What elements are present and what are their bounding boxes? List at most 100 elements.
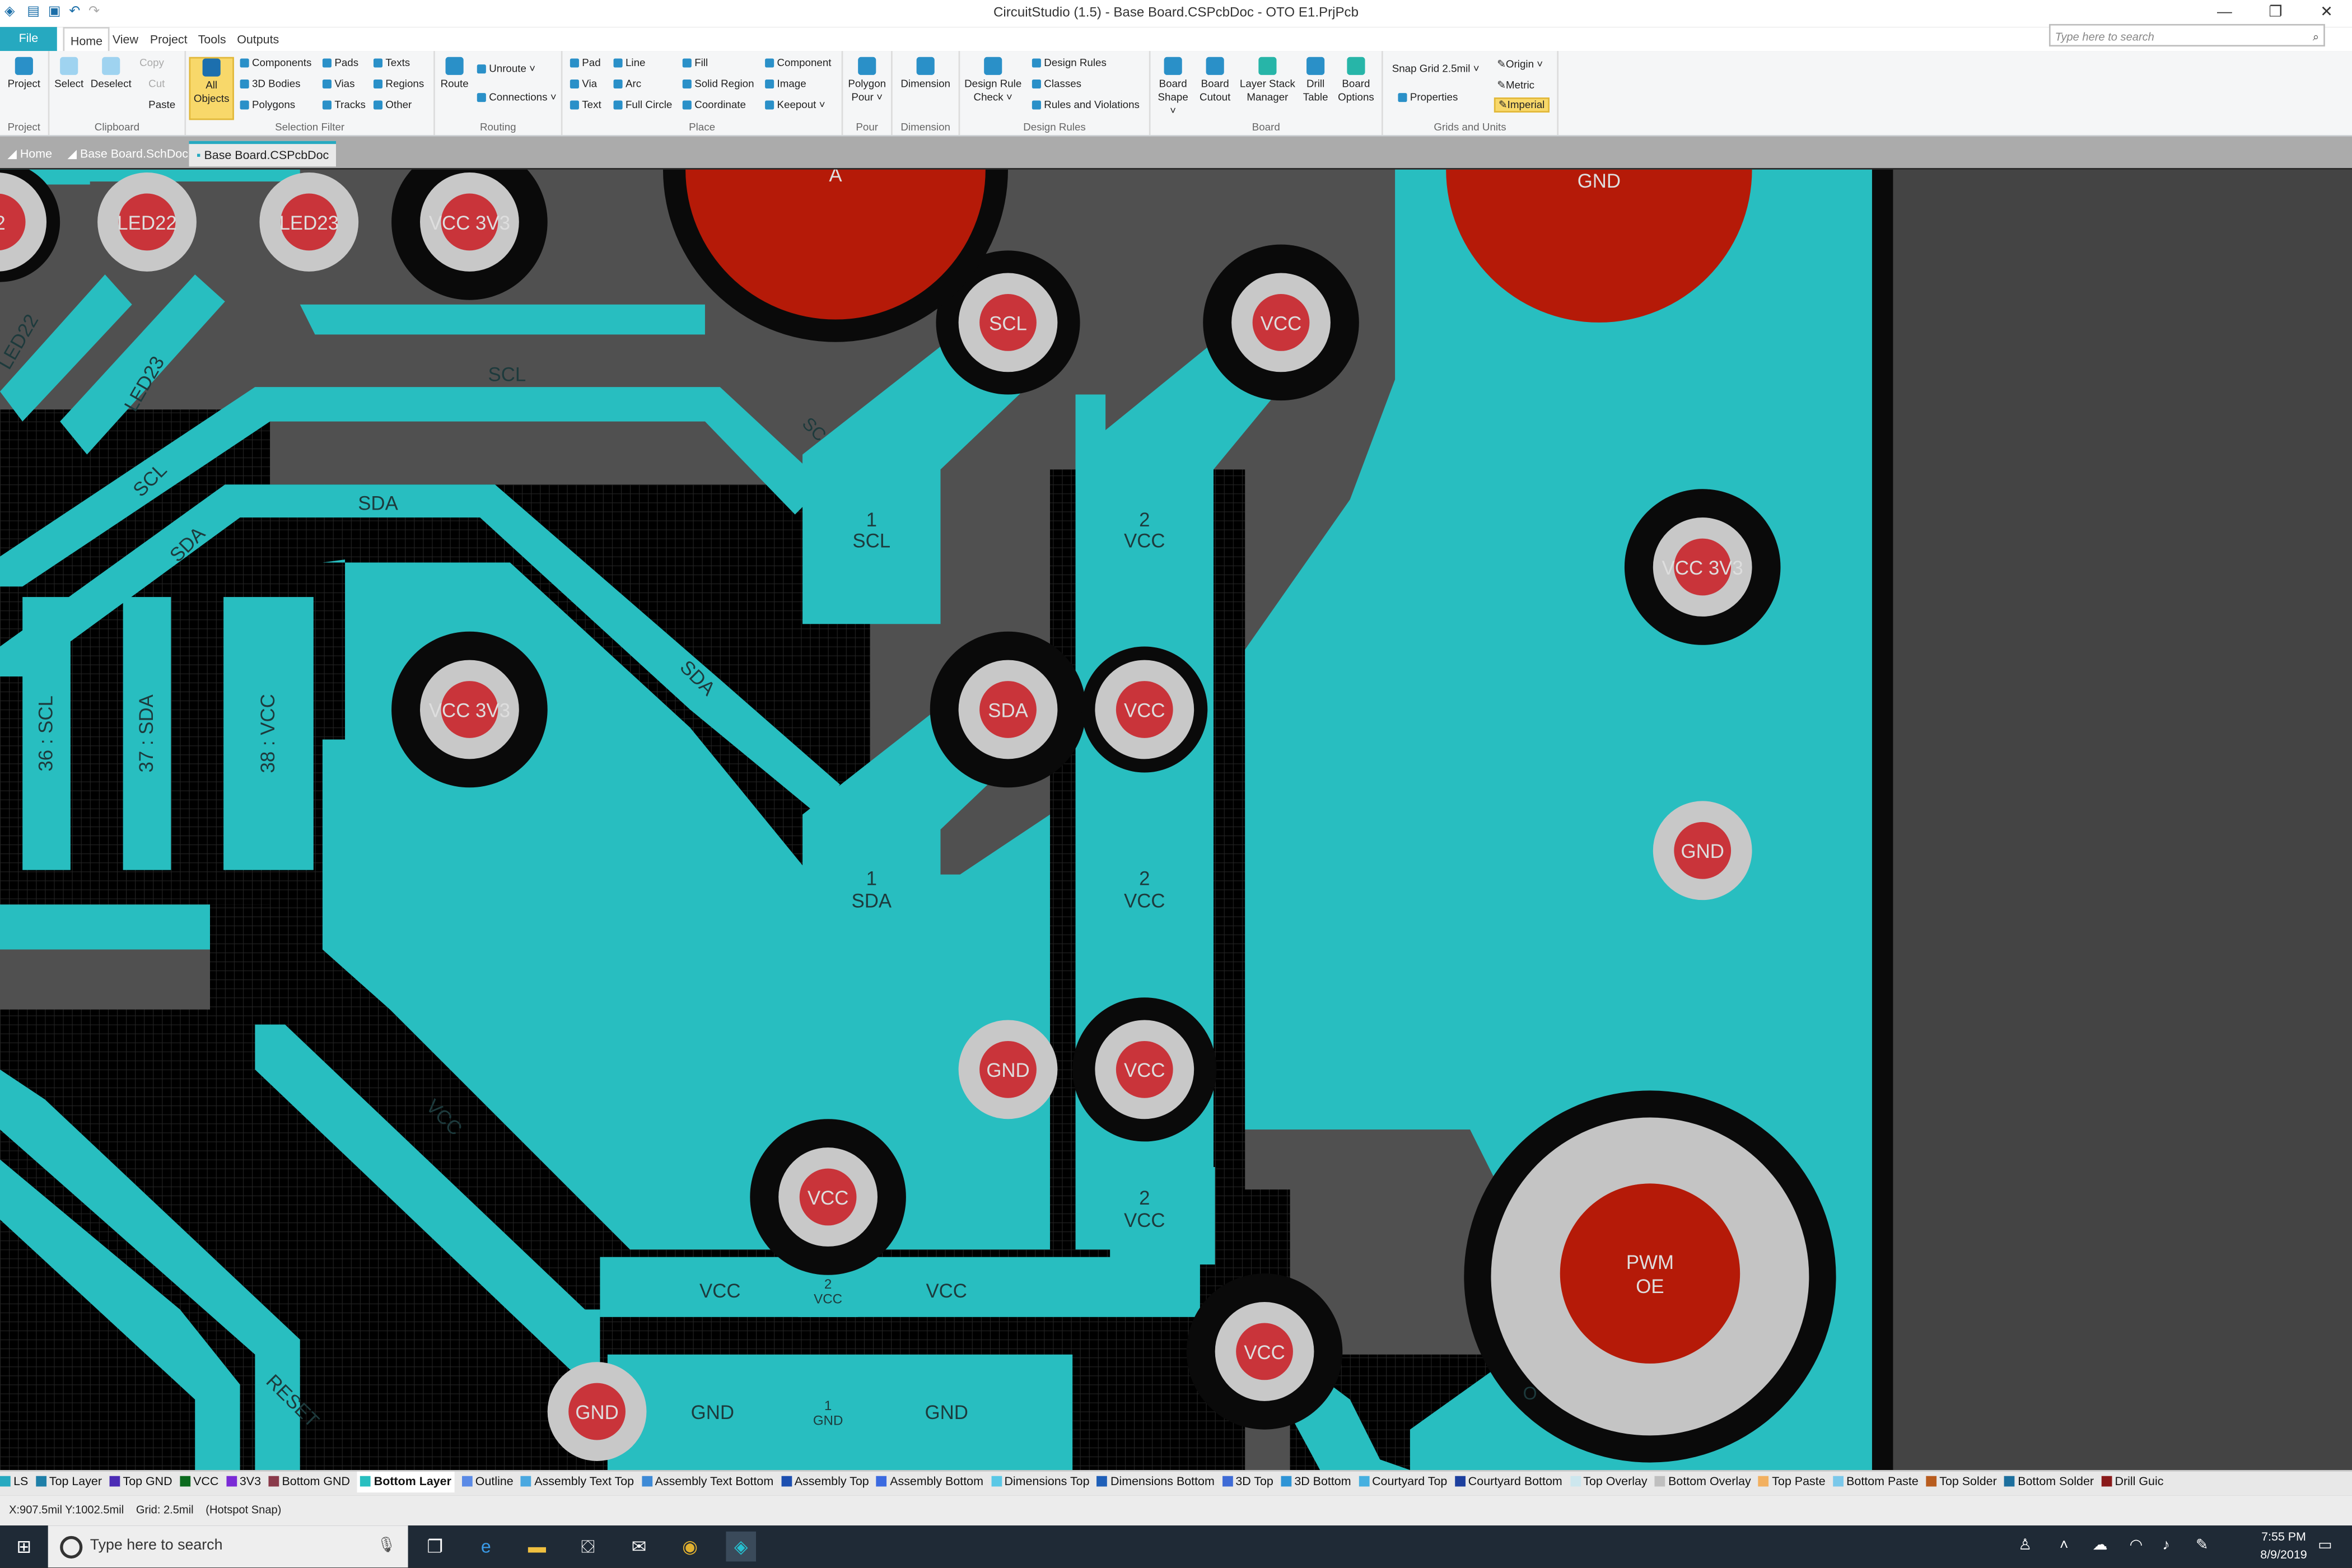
people-icon[interactable]: ♙	[2010, 1532, 2040, 1562]
layer-tab[interactable]: 3V3	[226, 1472, 261, 1493]
filter-polygons[interactable]: Polygons	[240, 100, 295, 111]
doc-tab-home[interactable]: ◢ Home	[0, 142, 59, 165]
layer-tab[interactable]: Assembly Top	[781, 1472, 869, 1493]
layer-tab[interactable]: LS	[0, 1472, 28, 1493]
drill-table-button[interactable]: Drill Table	[1300, 57, 1331, 105]
tab-tools[interactable]: Tools	[192, 27, 232, 51]
place-via[interactable]: Via	[570, 79, 597, 90]
layer-tab[interactable]: Outline	[461, 1472, 514, 1493]
clock[interactable]: 7:55 PM 8/9/2019	[2260, 1528, 2307, 1564]
wifi-icon[interactable]: ◠	[2121, 1532, 2152, 1562]
place-arc[interactable]: Arc	[613, 79, 641, 90]
filter-other[interactable]: Other	[373, 100, 412, 111]
polygon-pour-button[interactable]: Polygon Pour ˅	[844, 57, 889, 105]
layer-tab[interactable]: Top Paste	[1758, 1472, 1826, 1493]
filter-tracks[interactable]: Tracks	[322, 100, 366, 111]
place-coordinate[interactable]: Coordinate	[682, 100, 746, 111]
search-icon[interactable]: ⌕	[2313, 26, 2319, 48]
task-view-icon[interactable]: ❐	[420, 1532, 450, 1562]
route-button[interactable]: Route	[438, 57, 471, 92]
layer-tab[interactable]: Top Overlay	[1570, 1472, 1648, 1493]
cut-button[interactable]: Cut	[148, 80, 165, 90]
mail-icon[interactable]: ✉	[624, 1532, 654, 1562]
place-component[interactable]: Component	[765, 58, 831, 69]
imperial-button[interactable]: ✎Imperial	[1494, 97, 1550, 113]
chrome-icon[interactable]: ◉	[675, 1532, 705, 1562]
select-button[interactable]: Select	[53, 57, 86, 92]
place-image[interactable]: Image	[765, 79, 806, 90]
metric-button[interactable]: ✎Metric	[1497, 80, 1534, 92]
layer-tab[interactable]: Top Layer	[35, 1472, 102, 1493]
snap-grid-dropdown[interactable]: Snap Grid 2.5mil ˅	[1392, 64, 1480, 75]
notifications-icon[interactable]: ▭	[2310, 1532, 2340, 1562]
layer-tab[interactable]: Courtyard Top	[1358, 1472, 1447, 1493]
layer-tab[interactable]: Bottom Paste	[1832, 1472, 1919, 1493]
circuitstudio-taskbar-icon[interactable]: ◈	[726, 1531, 757, 1562]
layer-tab[interactable]: Dimensions Bottom	[1096, 1472, 1215, 1493]
file-explorer-icon[interactable]: ▬	[522, 1532, 552, 1562]
layer-tab[interactable]: VCC	[180, 1472, 218, 1493]
minimize-button[interactable]: —	[2199, 0, 2250, 27]
tab-home[interactable]: Home	[63, 27, 110, 53]
layer-tab[interactable]: Assembly Text Top	[521, 1472, 634, 1493]
layer-tab[interactable]: Dimensions Top	[991, 1472, 1090, 1493]
filter-pads[interactable]: Pads	[322, 58, 358, 69]
origin-button[interactable]: ✎Origin ˅	[1497, 58, 1543, 71]
board-options-button[interactable]: Board Options	[1335, 57, 1377, 105]
filter-3d-bodies[interactable]: 3D Bodies	[240, 79, 301, 90]
layer-stack-manager-button[interactable]: Layer Stack Manager	[1238, 57, 1298, 105]
unroute-button[interactable]: Unroute ˅	[477, 64, 535, 75]
file-menu[interactable]: File	[0, 27, 57, 52]
layer-tab[interactable]: 3D Bottom	[1281, 1472, 1351, 1493]
tab-outputs[interactable]: Outputs	[231, 27, 285, 51]
store-icon[interactable]: ⛋	[573, 1532, 603, 1562]
layer-tab[interactable]: Courtyard Bottom	[1454, 1472, 1562, 1493]
layer-tab[interactable]: Top GND	[109, 1472, 172, 1493]
place-keepout[interactable]: Keepout ˅	[765, 100, 825, 111]
tab-view[interactable]: View	[106, 27, 144, 51]
taskbar-search[interactable]: Type here to search 🎙	[48, 1525, 408, 1568]
layer-tab[interactable]: Assembly Bottom	[876, 1472, 983, 1493]
layer-tab[interactable]: Drill Guic	[2101, 1472, 2163, 1493]
doc-tab-pcbdoc[interactable]: ▪ Base Board.CSPcbDoc	[189, 141, 337, 167]
dimension-button[interactable]: Dimension	[895, 57, 955, 92]
place-fill[interactable]: Fill	[682, 58, 708, 69]
connections-button[interactable]: Connections ˅	[477, 93, 557, 104]
layer-tab[interactable]: Bottom Overlay	[1654, 1472, 1751, 1493]
layer-tab[interactable]: Bottom GND	[268, 1472, 350, 1493]
pen-icon[interactable]: ✎	[2187, 1532, 2217, 1562]
layer-tab[interactable]: Bottom Solder	[2004, 1472, 2094, 1493]
place-pad[interactable]: Pad	[570, 58, 601, 69]
rules-violations-button[interactable]: Rules and Violations	[1032, 100, 1140, 111]
design-rules-button[interactable]: Design Rules	[1032, 58, 1107, 69]
project-button[interactable]: Project	[3, 57, 45, 92]
doc-tab-schdoc[interactable]: ◢ Base Board.SchDoc	[60, 142, 195, 165]
place-solid-region[interactable]: Solid Region	[682, 79, 754, 90]
filter-texts[interactable]: Texts	[373, 58, 410, 69]
tray-chevron-icon[interactable]: ˄	[2049, 1532, 2079, 1562]
filter-vias[interactable]: Vias	[322, 79, 354, 90]
design-rule-check-button[interactable]: Design Rule Check ˅	[963, 57, 1023, 105]
microphone-icon[interactable]: 🎙	[377, 1525, 396, 1567]
board-shape-button[interactable]: Board Shape ˅	[1154, 57, 1193, 119]
place-line[interactable]: Line	[613, 58, 645, 69]
place-text[interactable]: Text	[570, 100, 601, 111]
properties-button[interactable]: Properties	[1398, 93, 1458, 104]
layer-tab[interactable]: Assembly Text Bottom	[641, 1472, 773, 1493]
layer-tab[interactable]: Top Solder	[1926, 1472, 1997, 1493]
all-objects-button[interactable]: All Objects	[189, 57, 234, 120]
paste-button[interactable]: Paste	[148, 100, 175, 111]
classes-button[interactable]: Classes	[1032, 79, 1081, 90]
windows-start-icon[interactable]: ⊞	[9, 1532, 39, 1562]
filter-regions[interactable]: Regions	[373, 79, 424, 90]
deselect-button[interactable]: Deselect	[88, 57, 133, 92]
onedrive-icon[interactable]: ☁	[2085, 1532, 2115, 1562]
copy-button[interactable]: Copy	[139, 58, 164, 69]
pcb-drawing[interactable]: 2 LED22 LED23 VCC 3V3 SCL VCC VCC 3V3 VC…	[0, 169, 2352, 1471]
place-full-circle[interactable]: Full Circle	[613, 100, 672, 111]
search-input[interactable]: Type here to search ⌕	[2048, 24, 2325, 48]
restore-button[interactable]: ❐	[2250, 0, 2301, 27]
volume-icon[interactable]: ♪	[2151, 1532, 2181, 1562]
filter-components[interactable]: Components	[240, 58, 311, 69]
layer-tab[interactable]: Bottom Layer	[357, 1471, 455, 1493]
